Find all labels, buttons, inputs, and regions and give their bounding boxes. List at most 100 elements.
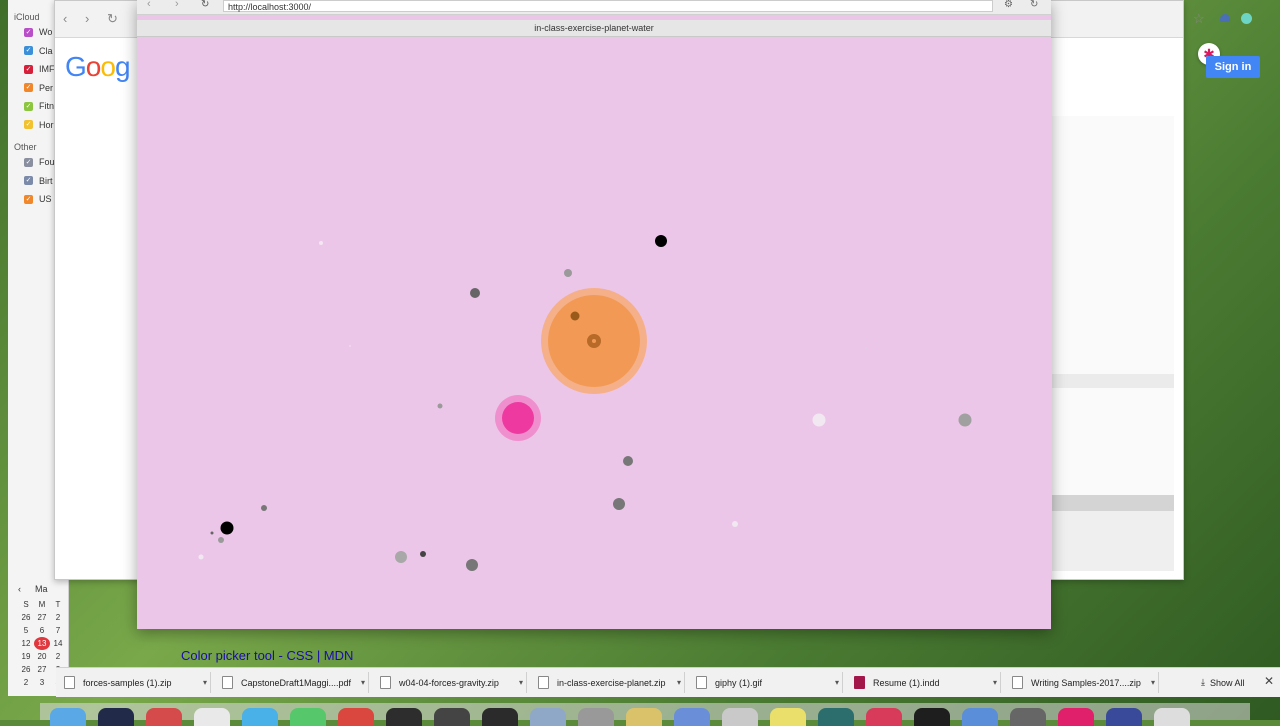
- mini-calendar-day[interactable]: 12: [18, 637, 34, 650]
- dock-app-icon[interactable]: [146, 708, 182, 726]
- mini-calendar-day[interactable]: 27: [34, 611, 50, 624]
- dock-app-icon[interactable]: [194, 708, 230, 726]
- checkbox-icon[interactable]: ✓: [24, 83, 33, 92]
- chevron-down-icon[interactable]: ▾: [358, 678, 368, 687]
- mini-calendar-day[interactable]: 2: [18, 676, 34, 689]
- mini-calendar-weekday: T: [55, 600, 61, 609]
- checkbox-icon[interactable]: ✓: [24, 194, 33, 204]
- dock-app-icon[interactable]: [866, 708, 902, 726]
- sketch-url-field[interactable]: http://localhost:3000/: [223, 0, 993, 12]
- mini-calendar-day[interactable]: 6: [34, 624, 50, 637]
- checkbox-icon[interactable]: ✓: [24, 27, 33, 37]
- google-logo-letter: G: [65, 51, 87, 82]
- google-logo-letter: o: [100, 51, 116, 82]
- calendar-item-label: IMF: [39, 64, 55, 74]
- checkbox-icon[interactable]: ✓: [24, 120, 33, 129]
- sign-in-button[interactable]: Sign in: [1206, 56, 1260, 78]
- back-icon[interactable]: ‹: [63, 11, 67, 26]
- mini-calendar-day[interactable]: 19: [18, 650, 34, 663]
- google-logo: Goog: [65, 51, 130, 83]
- dock-app-icon[interactable]: [1106, 708, 1142, 726]
- extension-circle-icon[interactable]: [1241, 13, 1252, 24]
- show-all-downloads-button[interactable]: ⤓ Show All: [1201, 672, 1245, 693]
- dock-app-icon[interactable]: [338, 708, 374, 726]
- calendar-item-label: Hor: [39, 119, 54, 130]
- dock-app-icon[interactable]: [482, 708, 518, 726]
- chevron-down-icon[interactable]: ▾: [200, 678, 210, 687]
- dock-app-icon[interactable]: [1010, 708, 1046, 726]
- particle: [623, 456, 633, 466]
- dock-app-icon[interactable]: [530, 708, 566, 726]
- sun-core-dot: [592, 339, 596, 343]
- mini-calendar-day[interactable]: 2: [50, 611, 66, 624]
- sketch-settings-icon[interactable]: ⚙: [1004, 0, 1013, 10]
- dock-app-icon[interactable]: [1154, 708, 1190, 726]
- mini-calendar-day[interactable]: 20: [34, 650, 50, 663]
- bookmark-star-icon[interactable]: ☆: [1193, 11, 1205, 27]
- mini-calendar-day[interactable]: 7: [50, 624, 66, 637]
- particle: [865, 347, 867, 349]
- download-item[interactable]: in-class-exercise-planet.zip ▾: [530, 672, 685, 693]
- particle: [437, 403, 443, 409]
- checkbox-icon[interactable]: ✓: [24, 101, 33, 111]
- checkbox-icon[interactable]: ✓: [24, 157, 33, 167]
- dock-app-icon[interactable]: [626, 708, 662, 726]
- mini-calendar-day[interactable]: 2: [50, 650, 66, 663]
- download-item-name: in-class-exercise-planet.zip: [557, 677, 666, 688]
- dock-app-icon[interactable]: [434, 708, 470, 726]
- hover-status-link[interactable]: Color picker tool - CSS | MDN: [181, 648, 353, 663]
- dock-app-icon[interactable]: [1058, 708, 1094, 726]
- mini-calendar-day[interactable]: 3: [34, 676, 50, 689]
- download-item[interactable]: CapstoneDraft1Maggi....pdf ▾: [214, 672, 369, 693]
- sketch-url-bar: ‹ › ↻ http://localhost:3000/ ⚙ ↻: [137, 0, 1051, 15]
- download-item[interactable]: w04-04-forces-gravity.zip ▾: [372, 672, 527, 693]
- dock-app-icon[interactable]: [674, 708, 710, 726]
- chevron-down-icon[interactable]: ▾: [990, 678, 1000, 687]
- download-item[interactable]: Writing Samples-2017....zip ▾: [1004, 672, 1159, 693]
- chevron-down-icon[interactable]: ▾: [516, 678, 526, 687]
- mini-calendar-day[interactable]: 14: [50, 637, 66, 650]
- mini-calendar-prev-icon[interactable]: ‹: [18, 584, 21, 594]
- checkbox-icon[interactable]: ✓: [24, 46, 33, 55]
- forward-icon[interactable]: ›: [85, 11, 89, 26]
- dock-app-icon[interactable]: [386, 708, 422, 726]
- mini-calendar-day[interactable]: 13: [34, 637, 50, 650]
- chevron-down-icon[interactable]: ▾: [832, 678, 842, 687]
- mini-calendar-day[interactable]: 5: [18, 624, 34, 637]
- sketch-reload-icon[interactable]: ↻: [201, 0, 209, 10]
- downloads-shelf: forces-samples (1).zip ▾ CapstoneDraft1Mag…: [56, 667, 1280, 697]
- dock-app-icon[interactable]: [290, 708, 326, 726]
- dock-app-icon[interactable]: [50, 708, 86, 726]
- reload-icon[interactable]: ↻: [107, 11, 118, 27]
- planet: [502, 402, 534, 434]
- sketch-forward-icon[interactable]: ›: [175, 0, 179, 10]
- close-shelf-icon[interactable]: ✕: [1264, 674, 1274, 688]
- chevron-down-icon[interactable]: ▾: [674, 678, 684, 687]
- chevron-down-icon[interactable]: ▾: [1148, 678, 1158, 687]
- sketch-back-icon[interactable]: ‹: [147, 0, 151, 10]
- dock-app-icon[interactable]: [722, 708, 758, 726]
- download-item[interactable]: forces-samples (1).zip ▾: [56, 672, 211, 693]
- calendar-item-label: Fou: [39, 157, 55, 167]
- cloud-extension-icon[interactable]: [1220, 14, 1230, 22]
- sketch-refresh-icon[interactable]: ↻: [1030, 0, 1038, 10]
- dock-app-icon[interactable]: [98, 708, 134, 726]
- particle: [218, 537, 224, 543]
- particle: [261, 505, 267, 511]
- dock-app-icon[interactable]: [962, 708, 998, 726]
- file-icon: [696, 676, 707, 689]
- google-logo-letter: o: [85, 51, 102, 82]
- mini-calendar-day[interactable]: 26: [18, 611, 34, 624]
- dock-app-icon[interactable]: [914, 708, 950, 726]
- sketch-canvas[interactable]: [137, 37, 1051, 629]
- mini-calendar-day[interactable]: 26: [18, 663, 34, 676]
- dock-app-icon[interactable]: [770, 708, 806, 726]
- download-item[interactable]: giphy (1).gif ▾: [688, 672, 843, 693]
- mini-calendar-day[interactable]: 27: [34, 663, 50, 676]
- checkbox-icon[interactable]: ✓: [24, 176, 33, 185]
- download-item[interactable]: Resume (1).indd ▾: [846, 672, 1001, 693]
- checkbox-icon[interactable]: ✓: [24, 64, 33, 74]
- dock-app-icon[interactable]: [242, 708, 278, 726]
- dock-app-icon[interactable]: [818, 708, 854, 726]
- dock-app-icon[interactable]: [578, 708, 614, 726]
